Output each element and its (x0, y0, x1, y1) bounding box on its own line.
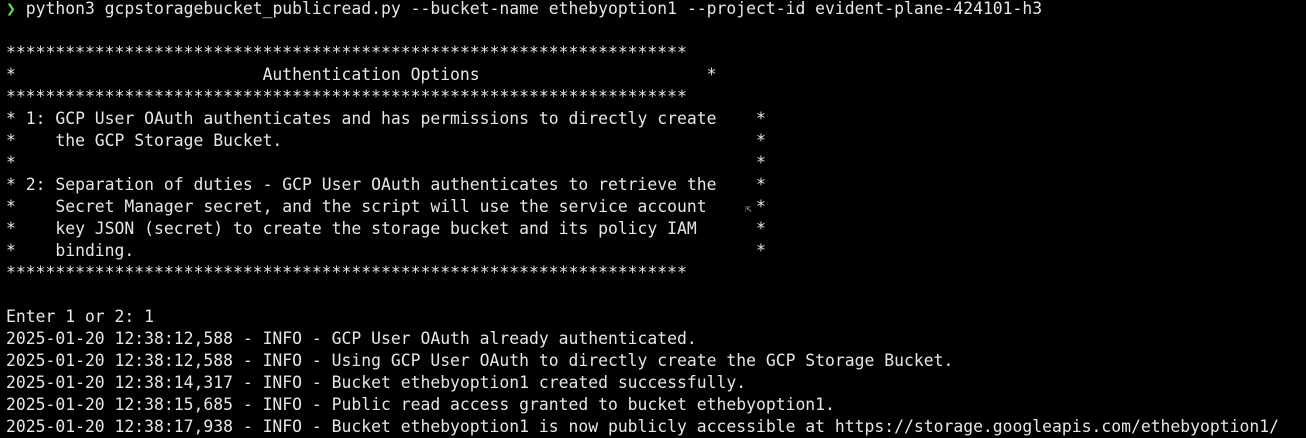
banner-line: * 2: Separation of duties - GCP User OAu… (6, 175, 766, 194)
terminal-output[interactable]: ❯ python3 gcpstoragebucket_publicread.py… (6, 0, 1306, 436)
banner-line: * * (6, 153, 766, 172)
mouse-pointer-icon: ⇱ (745, 202, 752, 215)
banner-border-bottom: ****************************************… (6, 263, 687, 282)
log-line: 2025-01-20 12:38:14,317 - INFO - Bucket … (6, 373, 747, 392)
input-prompt-line: Enter 1 or 2: 1 (6, 307, 155, 326)
banner-title: * Authentication Options * (6, 65, 717, 84)
banner-line: * Secret Manager secret, and the script … (6, 197, 766, 216)
log-line: 2025-01-20 12:38:12,588 - INFO - GCP Use… (6, 329, 697, 348)
prompt-arrow-icon: ❯ (6, 0, 16, 18)
banner-line: * 1: GCP User OAuth authenticates and ha… (6, 109, 766, 128)
banner-line: * the GCP Storage Bucket. * (6, 131, 766, 150)
banner-border-middle: ****************************************… (6, 87, 687, 106)
banner-line: * binding. * (6, 241, 766, 260)
log-line: 2025-01-20 12:38:15,685 - INFO - Public … (6, 395, 835, 414)
terminal-window[interactable]: { "prompt": { "symbol": "❯", "command": … (0, 0, 1306, 436)
log-line: 2025-01-20 12:38:12,588 - INFO - Using G… (6, 351, 954, 370)
banner-border-top: ****************************************… (6, 43, 687, 62)
command-line: ❯ python3 gcpstoragebucket_publicread.py… (6, 0, 1306, 20)
command-text: python3 gcpstoragebucket_publicread.py -… (15, 0, 1043, 18)
banner-line: * key JSON (secret) to create the storag… (6, 219, 766, 238)
